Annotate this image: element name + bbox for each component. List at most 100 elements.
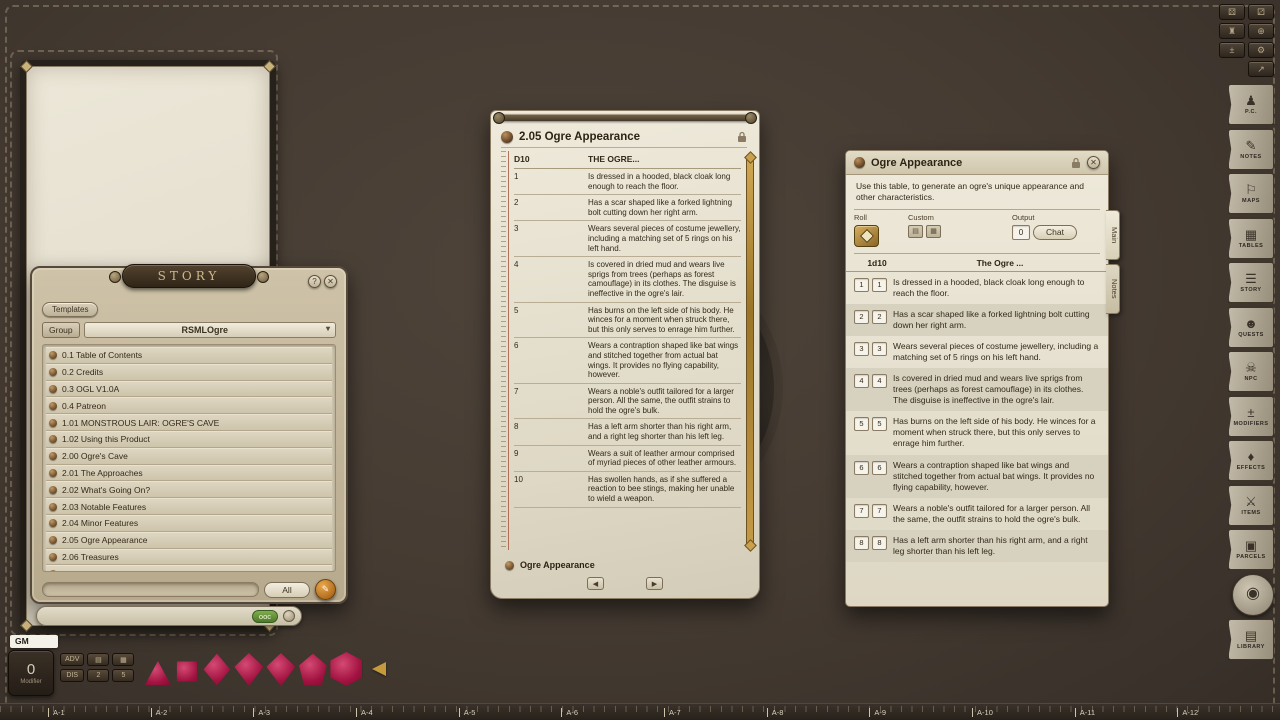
- range-from-box[interactable]: 7: [854, 504, 869, 518]
- sidebar-item[interactable]: ▤ LIBRARY: [1228, 619, 1274, 660]
- range-from-box[interactable]: 4: [854, 374, 869, 388]
- sidebar-item[interactable]: ♟ P.C.: [1228, 84, 1274, 125]
- die[interactable]: [330, 652, 362, 686]
- sidebar-item[interactable]: ◉: [1232, 574, 1274, 616]
- story-list-item[interactable]: 0.1 Table of Contents: [46, 347, 332, 364]
- close-button[interactable]: ✕: [324, 275, 337, 288]
- roll-mode-button[interactable]: ▤: [87, 653, 109, 666]
- range-to-box[interactable]: 6: [872, 461, 887, 475]
- roll-dice-button[interactable]: [854, 225, 879, 247]
- scrollbar[interactable]: [746, 157, 754, 546]
- story-bullet-icon: [49, 469, 57, 477]
- filter-all-button[interactable]: All: [264, 582, 310, 598]
- pointer-arrow-icon[interactable]: [372, 662, 386, 676]
- die[interactable]: [234, 653, 263, 686]
- dice-select-icon[interactable]: ⚂: [1248, 4, 1274, 20]
- sidebar-item[interactable]: ☰ STORY: [1228, 262, 1274, 303]
- chat-entry-bar[interactable]: ooc: [36, 606, 302, 626]
- die[interactable]: [266, 653, 295, 686]
- mod-5-button[interactable]: 5: [112, 669, 134, 682]
- story-list-item[interactable]: 2.02 What's Going On?: [46, 481, 332, 498]
- range-from-box[interactable]: 2: [854, 310, 869, 324]
- ooc-button[interactable]: ooc: [252, 610, 278, 623]
- story-list-item[interactable]: 0.4 Patreon: [46, 397, 332, 414]
- range-to-box[interactable]: 1: [872, 278, 887, 292]
- story-list-item[interactable]: 2.06 Treasures: [46, 549, 332, 566]
- range-from-box[interactable]: 8: [854, 536, 869, 550]
- window-tab[interactable]: Notes: [1106, 264, 1120, 314]
- rollable-row[interactable]: 2 2 Has a scar shaped like a forked ligh…: [846, 304, 1108, 336]
- window-top-rod[interactable]: [497, 114, 753, 121]
- story-list-item[interactable]: 2.05 Ogre Appearance: [46, 532, 332, 549]
- table-link[interactable]: Ogre Appearance: [505, 560, 595, 570]
- table-window-titlebar[interactable]: Ogre Appearance ✕: [846, 151, 1108, 175]
- range-from-box[interactable]: 1: [854, 278, 869, 292]
- sidebar-item[interactable]: ▣ PARCELS: [1228, 529, 1274, 570]
- pointer-arrow-icon[interactable]: ↗: [1248, 61, 1274, 77]
- sidebar-item[interactable]: ▦ TABLES: [1228, 218, 1274, 259]
- range-to-box[interactable]: 3: [872, 342, 887, 356]
- story-list-item[interactable]: 1.02 Using this Product: [46, 431, 332, 448]
- story-list-item[interactable]: 2.04 Minor Features: [46, 515, 332, 532]
- output-modifier-value[interactable]: 0: [1012, 225, 1030, 240]
- range-from-box[interactable]: 6: [854, 461, 869, 475]
- sidebar-item[interactable]: ☠ NPC: [1228, 351, 1274, 392]
- plus-minus-icon[interactable]: ±: [1219, 42, 1245, 58]
- ruler-cell: A-7: [664, 704, 767, 720]
- settings-gear-icon[interactable]: ⚙: [1248, 42, 1274, 58]
- range-to-box[interactable]: 7: [872, 504, 887, 518]
- next-page-button[interactable]: ▶: [646, 577, 663, 590]
- dice-tower-icon[interactable]: ♜: [1219, 23, 1245, 39]
- prev-page-button[interactable]: ◀: [587, 577, 604, 590]
- rollable-row[interactable]: 8 8 Has a left arm shorter than his righ…: [846, 530, 1108, 562]
- range-from-box[interactable]: 3: [854, 342, 869, 356]
- output-chat-button[interactable]: Chat: [1033, 225, 1077, 240]
- window-tab[interactable]: Main: [1106, 210, 1120, 260]
- disadvantage-button[interactable]: DIS: [60, 669, 84, 682]
- story-list-item[interactable]: 2.07 Trinkets: [46, 565, 332, 572]
- modifier-box[interactable]: 0 Modifier: [8, 650, 54, 696]
- range-to-box[interactable]: 4: [872, 374, 887, 388]
- add-selection-button[interactable]: ▤: [908, 225, 923, 238]
- story-list-item[interactable]: 2.01 The Approaches: [46, 465, 332, 482]
- close-button[interactable]: ✕: [1087, 156, 1100, 169]
- range-from-box[interactable]: 5: [854, 417, 869, 431]
- lock-icon[interactable]: [1071, 157, 1081, 169]
- rollable-row[interactable]: 5 5 Has burns on the left side of his bo…: [846, 411, 1108, 454]
- rollable-row[interactable]: 4 4 Is covered in dried mud and wears li…: [846, 368, 1108, 411]
- story-list-item[interactable]: 0.3 OGL V1.0A: [46, 381, 332, 398]
- sidebar-item[interactable]: ✎ NOTES: [1228, 129, 1274, 170]
- sidebar-item[interactable]: ♦ EFFECTS: [1228, 440, 1274, 481]
- rollable-row[interactable]: 3 3 Wears several pieces of costume jewe…: [846, 336, 1108, 368]
- add-table-button[interactable]: ▦: [926, 225, 941, 238]
- range-to-box[interactable]: 2: [872, 310, 887, 324]
- advantage-button[interactable]: ADV: [60, 653, 84, 666]
- rollable-row[interactable]: 6 6 Wears a contraption shaped like bat …: [846, 455, 1108, 498]
- sidebar-item[interactable]: ⚐ MAPS: [1228, 173, 1274, 214]
- story-list-item[interactable]: 0.2 Credits: [46, 364, 332, 381]
- story-list-item[interactable]: 1.01 MONSTROUS LAIR: OGRE'S CAVE: [46, 414, 332, 431]
- rollable-row[interactable]: 1 1 Is dressed in a hooded, black cloak …: [846, 272, 1108, 304]
- help-button[interactable]: ?: [308, 275, 321, 288]
- die[interactable]: [144, 660, 171, 686]
- sidebar-item[interactable]: ± MODIFIERS: [1228, 396, 1274, 437]
- lock-icon[interactable]: [737, 131, 747, 143]
- range-to-box[interactable]: 5: [872, 417, 887, 431]
- mod-2-button[interactable]: 2: [87, 669, 109, 682]
- die[interactable]: [202, 653, 231, 686]
- die[interactable]: [298, 653, 327, 686]
- edit-button[interactable]: ✎: [315, 579, 336, 600]
- range-to-box[interactable]: 8: [872, 536, 887, 550]
- roll-hide-button[interactable]: ▦: [112, 653, 134, 666]
- dice-roll-icon[interactable]: ⚄: [1219, 4, 1245, 20]
- group-dropdown[interactable]: RSMLOgre ▾: [84, 322, 336, 338]
- sidebar-item[interactable]: ⚔ ITEMS: [1228, 485, 1274, 526]
- story-list-item[interactable]: 2.00 Ogre's Cave: [46, 448, 332, 465]
- rollable-row[interactable]: 7 7 Wears a noble's outfit tailored for …: [846, 498, 1108, 530]
- die[interactable]: [174, 659, 199, 684]
- templates-button[interactable]: Templates: [42, 302, 98, 317]
- manual-roll-icon[interactable]: ⊕: [1248, 23, 1274, 39]
- sidebar-item[interactable]: ☻ QUESTS: [1228, 307, 1274, 348]
- chat-bar-knob[interactable]: [283, 610, 295, 622]
- story-list-item[interactable]: 2.03 Notable Features: [46, 498, 332, 515]
